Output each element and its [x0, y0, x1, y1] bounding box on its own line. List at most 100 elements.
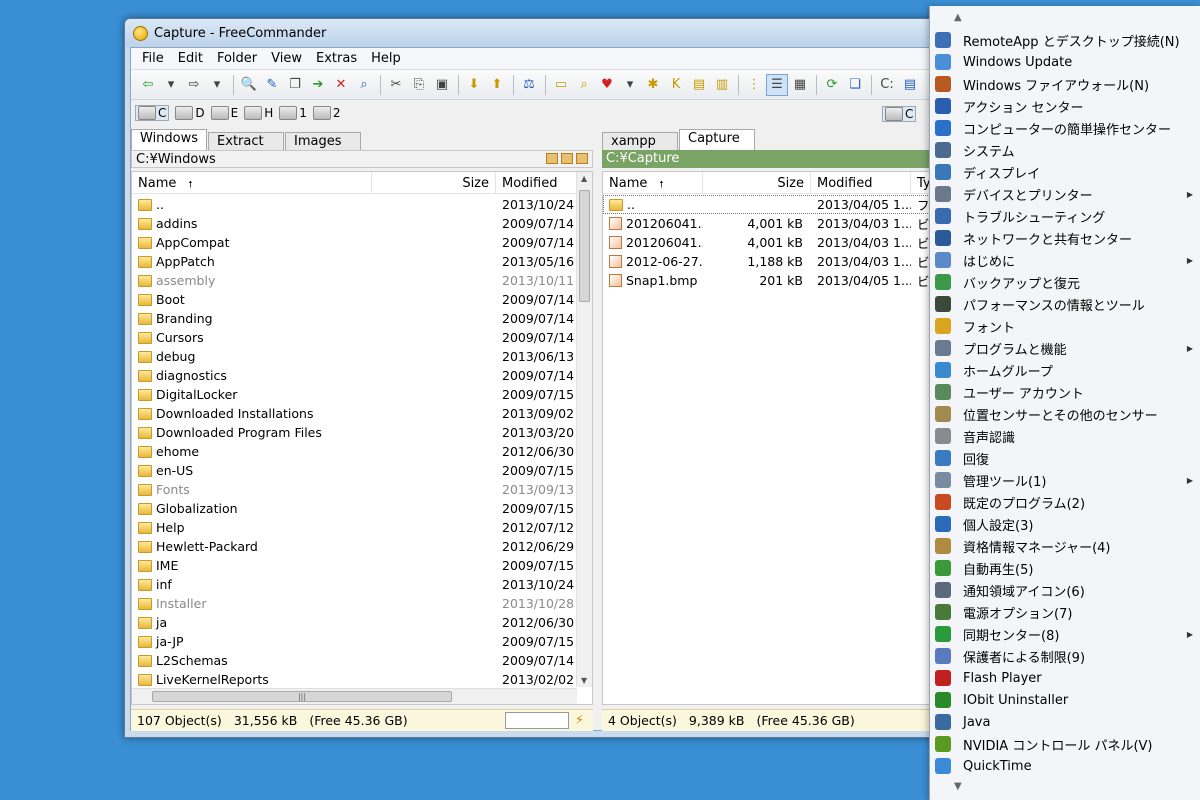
- flyout-item[interactable]: プログラムと機能 ▶: [930, 337, 1200, 359]
- file-row[interactable]: Cursors 2009/07/14 1: [132, 328, 577, 347]
- paste-icon[interactable]: ▣: [431, 74, 453, 96]
- file-row[interactable]: en-US 2009/07/15 0: [132, 461, 577, 480]
- file-row[interactable]: Installer 2013/10/28 2: [132, 594, 577, 613]
- file-row[interactable]: ehome 2012/06/30 3: [132, 442, 577, 461]
- file-row[interactable]: Hewlett-Packard 2012/06/29 1: [132, 537, 577, 556]
- flyout-item[interactable]: 同期センター(8) ▶: [930, 623, 1200, 645]
- file-row[interactable]: LiveKernelReports 2013/02/02 1: [132, 670, 577, 687]
- flyout-item[interactable]: 資格情報マネージャー(4): [930, 535, 1200, 557]
- folder-search-icon[interactable]: ⌕: [573, 74, 595, 96]
- flyout-item[interactable]: Windows ファイアウォール(N): [930, 73, 1200, 95]
- view-icon[interactable]: 🔍: [238, 74, 260, 96]
- right-path-bar[interactable]: C:¥Capture: [602, 150, 943, 168]
- left-col-modified[interactable]: Modified: [496, 172, 577, 193]
- forward-icon[interactable]: ⇨: [183, 74, 205, 96]
- left-hscroll-thumb[interactable]: |||: [152, 691, 452, 702]
- flyout-item[interactable]: IObit Uninstaller: [930, 689, 1200, 711]
- filter-icon[interactable]: ⚡: [575, 712, 584, 727]
- file-row[interactable]: debug 2013/06/13 1: [132, 347, 577, 366]
- right-col-modified[interactable]: Modified: [811, 172, 911, 193]
- scroll-down-icon[interactable]: ▼: [581, 676, 587, 685]
- drive-button-d[interactable]: D: [175, 106, 205, 120]
- settings-icon[interactable]: ▤: [899, 74, 921, 96]
- file-row[interactable]: ..2013/04/05 1...ファ: [603, 195, 943, 214]
- dos-prompt-icon[interactable]: C:: [876, 74, 898, 96]
- scroll-down-arrow-icon[interactable]: ▼: [954, 781, 962, 792]
- search-files-icon[interactable]: ⌕: [353, 74, 375, 96]
- dropdown-icon[interactable]: ▾: [206, 74, 228, 96]
- title-bar[interactable]: Capture - FreeCommander: [125, 19, 943, 47]
- left-col-size[interactable]: Size: [372, 172, 496, 193]
- file-row[interactable]: Fonts 2013/09/13 1: [132, 480, 577, 499]
- list-view-icon[interactable]: ☰: [766, 73, 788, 96]
- file-row[interactable]: 2012-06-27...1,188 kB2013/04/03 1...ビッ: [603, 252, 943, 271]
- flyout-item[interactable]: パフォーマンスの情報とツール: [930, 293, 1200, 315]
- tree-icon[interactable]: ⋮: [743, 74, 765, 96]
- flyout-item[interactable]: ディスプレイ: [930, 161, 1200, 183]
- file-row[interactable]: assembly 2013/10/11 1: [132, 271, 577, 290]
- new-folder-icon[interactable]: ▭: [550, 74, 572, 96]
- flyout-item[interactable]: RemoteApp とデスクトップ接続(N): [930, 29, 1200, 51]
- right-col-size[interactable]: Size: [703, 172, 811, 193]
- flyout-item[interactable]: フォント: [930, 315, 1200, 337]
- file-row[interactable]: L2Schemas 2009/07/14 1: [132, 651, 577, 670]
- file-row[interactable]: Downloaded Installations 2013/09/02 1: [132, 404, 577, 423]
- folder-sync-icon[interactable]: ▤: [688, 74, 710, 96]
- drive-button-c[interactable]: C: [135, 105, 170, 121]
- file-row[interactable]: AppPatch 2013/05/16 1: [132, 252, 577, 271]
- right-col-name[interactable]: Name 🠕: [603, 172, 703, 193]
- file-row[interactable]: ja-JP 2009/07/15 0: [132, 632, 577, 651]
- favorites-icon[interactable]: ♥: [596, 74, 618, 96]
- menu-help[interactable]: Help: [364, 49, 408, 68]
- menu-edit[interactable]: Edit: [171, 49, 210, 68]
- clipboard-copy-icon[interactable]: ⎘: [408, 74, 430, 96]
- copy-icon[interactable]: ❐: [284, 74, 306, 96]
- flyout-item[interactable]: はじめに ▶: [930, 249, 1200, 271]
- flyout-item[interactable]: 通知領域アイコン(6): [930, 579, 1200, 601]
- left-horizontal-scrollbar[interactable]: |||: [132, 688, 577, 704]
- folder-size-icon[interactable]: K: [665, 74, 687, 96]
- move-icon[interactable]: ➔: [307, 74, 329, 96]
- file-row[interactable]: Branding 2009/07/14 1: [132, 309, 577, 328]
- left-col-name[interactable]: Name 🠕: [132, 172, 372, 193]
- flyout-item[interactable]: QuickTime: [930, 755, 1200, 777]
- folder-open-icon[interactable]: ▥: [711, 74, 733, 96]
- quick-filter-input[interactable]: [505, 712, 569, 729]
- scroll-up-arrow-icon[interactable]: ▲: [954, 12, 962, 23]
- drive-button-h[interactable]: H: [244, 106, 273, 120]
- drive-button-e[interactable]: E: [210, 106, 238, 120]
- flyout-item[interactable]: 保護者による制限(9): [930, 645, 1200, 667]
- drive-button-1[interactable]: 1: [279, 106, 307, 120]
- flyout-item[interactable]: コンピューターの簡単操作センター: [930, 117, 1200, 139]
- flyout-item[interactable]: ユーザー アカウント: [930, 381, 1200, 403]
- cut-icon[interactable]: ✂: [385, 74, 407, 96]
- file-row[interactable]: AppCompat 2009/07/14 1: [132, 233, 577, 252]
- menu-file[interactable]: File: [135, 49, 171, 68]
- flyout-item[interactable]: ネットワークと共有センター: [930, 227, 1200, 249]
- left-path-bar[interactable]: C:¥Windows: [131, 150, 593, 168]
- flyout-item[interactable]: バックアップと復元: [930, 271, 1200, 293]
- flyout-item[interactable]: 管理ツール(1) ▶: [930, 469, 1200, 491]
- file-row[interactable]: 201206041...4,001 kB2013/04/03 1...ビッ: [603, 233, 943, 252]
- dropdown-icon[interactable]: ▾: [160, 74, 182, 96]
- pack-icon[interactable]: ⬇: [463, 74, 485, 96]
- file-row[interactable]: addins 2009/07/14 1: [132, 214, 577, 233]
- compare-icon[interactable]: ⚖: [518, 74, 540, 96]
- drive-button-2[interactable]: 2: [312, 106, 341, 120]
- dropdown-icon[interactable]: ▾: [619, 74, 641, 96]
- unpack-icon[interactable]: ⬆: [486, 74, 508, 96]
- scroll-up-icon[interactable]: ▲: [581, 174, 587, 183]
- left-tab-images[interactable]: Images: [285, 132, 362, 150]
- windows-icon[interactable]: ❏: [844, 74, 866, 96]
- file-row[interactable]: Globalization 2009/07/15 1: [132, 499, 577, 518]
- flyout-item[interactable]: トラブルシューティング: [930, 205, 1200, 227]
- details-view-icon[interactable]: ▦: [789, 74, 811, 96]
- left-vscroll-thumb[interactable]: [579, 190, 590, 302]
- file-row[interactable]: 201206041...4,001 kB2013/04/03 1...ビッ: [603, 214, 943, 233]
- file-row[interactable]: ja 2012/06/30 1: [132, 613, 577, 632]
- file-row[interactable]: Downloaded Program Files 2013/03/20 1: [132, 423, 577, 442]
- flyout-item[interactable]: NVIDIA コントロール パネル(V): [930, 733, 1200, 755]
- folder-star-icon[interactable]: ✱: [642, 74, 664, 96]
- flyout-item[interactable]: 回復: [930, 447, 1200, 469]
- flyout-item[interactable]: 既定のプログラム(2): [930, 491, 1200, 513]
